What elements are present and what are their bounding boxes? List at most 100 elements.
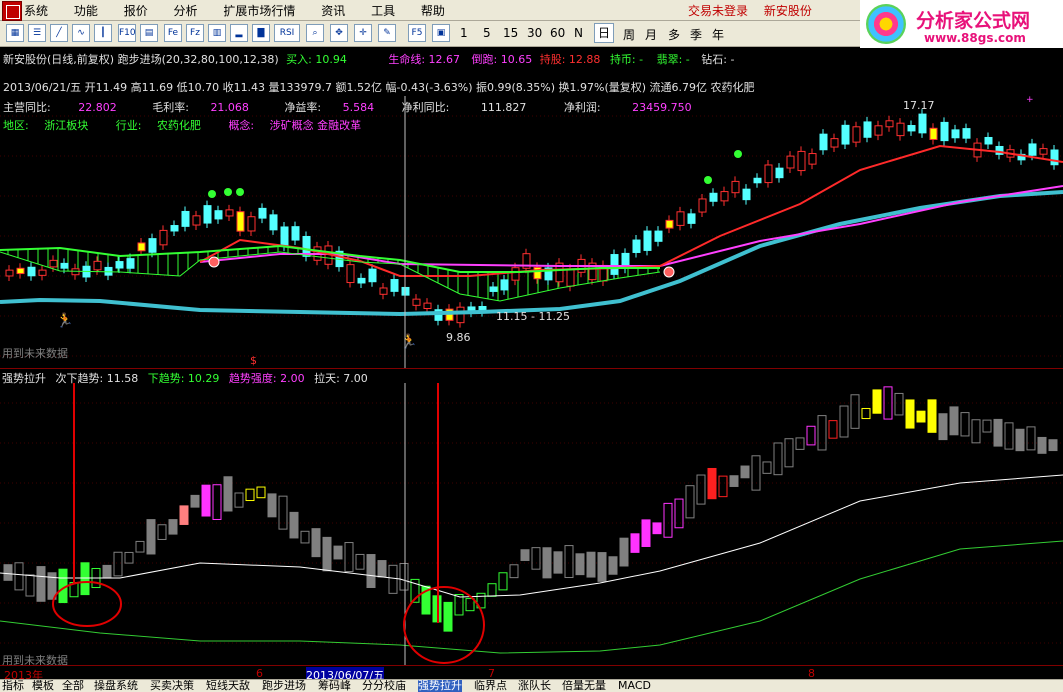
price-chart[interactable]: 🏃 🏃 + 17.17 9.86 11.15 - 11.25 $	[0, 96, 1063, 368]
candle-body	[5, 269, 14, 277]
candle-body	[148, 238, 157, 253]
indicator-chart[interactable]	[0, 383, 1063, 665]
candle-body	[764, 164, 773, 184]
period-month[interactable]: 月	[645, 26, 657, 43]
indicator-bar	[190, 494, 200, 508]
tab-double-volume[interactable]: 倍量无量	[562, 680, 606, 692]
indicator-bar	[146, 519, 156, 555]
tab-indicator[interactable]: 指标	[2, 680, 24, 692]
pencil-icon[interactable]: ✎	[378, 24, 396, 42]
period-year[interactable]: 年	[712, 26, 724, 43]
candle-body	[511, 267, 520, 281]
candle-body	[819, 133, 828, 151]
x-axis: 2013年 6 2013/06/07/五 7 8	[0, 665, 1063, 683]
period-5min[interactable]: 5	[483, 26, 491, 40]
candle-body	[610, 254, 619, 275]
candle-body	[368, 268, 377, 283]
fz-button[interactable]: Fz	[186, 24, 204, 42]
period-60min[interactable]: 60	[550, 26, 565, 40]
indicator-bar	[14, 562, 24, 591]
period-n[interactable]: N	[574, 26, 583, 40]
menu-function[interactable]: 功能	[74, 4, 98, 18]
tab-all[interactable]: 全部	[62, 680, 84, 692]
indicator-bar	[322, 536, 332, 572]
indicator-bar	[839, 405, 849, 438]
period-30min[interactable]: 30	[527, 26, 542, 40]
line-chart-icon[interactable]: ╱	[50, 24, 68, 42]
menu-analysis[interactable]: 分析	[174, 4, 198, 18]
runner-icon: 🏃	[400, 333, 417, 350]
tab-critical[interactable]: 临界点	[474, 680, 507, 692]
tab-trading-system[interactable]: 操盘系统	[94, 680, 138, 692]
menu-tools[interactable]: 工具	[371, 4, 395, 18]
zoom-icon[interactable]: ⌕	[306, 24, 324, 42]
dollar-marker: $	[250, 354, 257, 367]
cross-icon[interactable]: ✛	[354, 24, 372, 42]
candle-body	[489, 286, 498, 292]
candle-body	[269, 214, 278, 231]
move-icon[interactable]: ✥	[330, 24, 348, 42]
future-data-note-top: 用到未来数据	[2, 347, 68, 360]
candle-body	[698, 198, 707, 213]
tab-chip-peak[interactable]: 筹码峰	[318, 680, 351, 692]
menu-quote[interactable]: 报价	[124, 4, 148, 18]
trade-login-status[interactable]: 交易未登录	[688, 4, 748, 18]
menu-ext-market[interactable]: 扩展市场行情	[223, 4, 295, 18]
indicator-bar	[949, 406, 959, 436]
chart-title: 新安股份(日线,前复权) 跑步进场(20,32,80,100,12,38)	[3, 53, 279, 66]
diamond-value: 钻石: -	[701, 53, 735, 66]
f10-button[interactable]: F10	[118, 24, 136, 42]
menu-system[interactable]: 系统	[24, 4, 48, 18]
green-dot-marker	[208, 190, 216, 198]
indicator-bar	[575, 553, 585, 576]
tab-run-in[interactable]: 跑步进场	[262, 680, 306, 692]
menu-help[interactable]: 帮助	[421, 4, 445, 18]
candle-body	[830, 138, 839, 148]
period-quarter[interactable]: 季	[690, 26, 702, 43]
indicator-bar	[80, 562, 90, 596]
candle-body	[225, 209, 234, 217]
brand-title: 分析家公式网	[916, 10, 1031, 32]
minute-chart-icon[interactable]: ∿	[72, 24, 90, 42]
period-1min[interactable]: 1	[460, 26, 468, 40]
window-icon[interactable]: ▣	[432, 24, 450, 42]
period-15min[interactable]: 15	[503, 26, 518, 40]
period-week[interactable]: 周	[623, 26, 635, 43]
tab-team-lead[interactable]: 涨队长	[518, 680, 551, 692]
stock-link[interactable]: 新安股份	[764, 4, 812, 18]
tab-strong-rise[interactable]: 强势拉升	[418, 680, 462, 692]
period-multi[interactable]: 多	[668, 26, 680, 43]
bars-icon[interactable]: ▇	[252, 24, 270, 42]
indicator-bar	[509, 564, 519, 579]
indicator-bar	[938, 413, 948, 441]
grid-icon[interactable]: ▦	[6, 24, 24, 42]
tab-buy-sell[interactable]: 买卖决策	[150, 680, 194, 692]
candle-body	[203, 205, 212, 224]
indicator-bar	[817, 415, 827, 451]
escape-value: 倒跑: 10.65	[471, 53, 533, 66]
tab-template[interactable]: 模板	[32, 680, 54, 692]
doc-icon[interactable]: ▤	[140, 24, 158, 42]
candle-body	[709, 192, 718, 202]
table-icon[interactable]: ☰	[28, 24, 46, 42]
tab-temple[interactable]: 分分校庙	[362, 680, 406, 692]
tab-short-term[interactable]: 短线天敌	[206, 680, 250, 692]
kline-icon[interactable]: ┃	[94, 24, 112, 42]
volume-icon[interactable]: ▂	[230, 24, 248, 42]
tab-macd[interactable]: MACD	[618, 680, 651, 692]
jade-value: 翡翠: -	[656, 53, 690, 66]
menu-news[interactable]: 资讯	[321, 4, 345, 18]
period-day[interactable]: 日	[594, 23, 615, 43]
rsi-button[interactable]: RSI	[274, 24, 300, 42]
fe-button[interactable]: Fe	[164, 24, 182, 42]
app-logo-icon[interactable]	[2, 1, 22, 21]
candle-body	[214, 210, 223, 220]
f5-button[interactable]: F5	[408, 24, 426, 42]
indicator-bar	[113, 551, 123, 577]
candle-body	[159, 229, 168, 246]
candle-body	[390, 279, 399, 292]
indicator-bar	[36, 566, 46, 602]
candle-body	[60, 262, 69, 269]
indicator-icon[interactable]: ▥	[208, 24, 226, 42]
candle-body	[49, 259, 58, 268]
